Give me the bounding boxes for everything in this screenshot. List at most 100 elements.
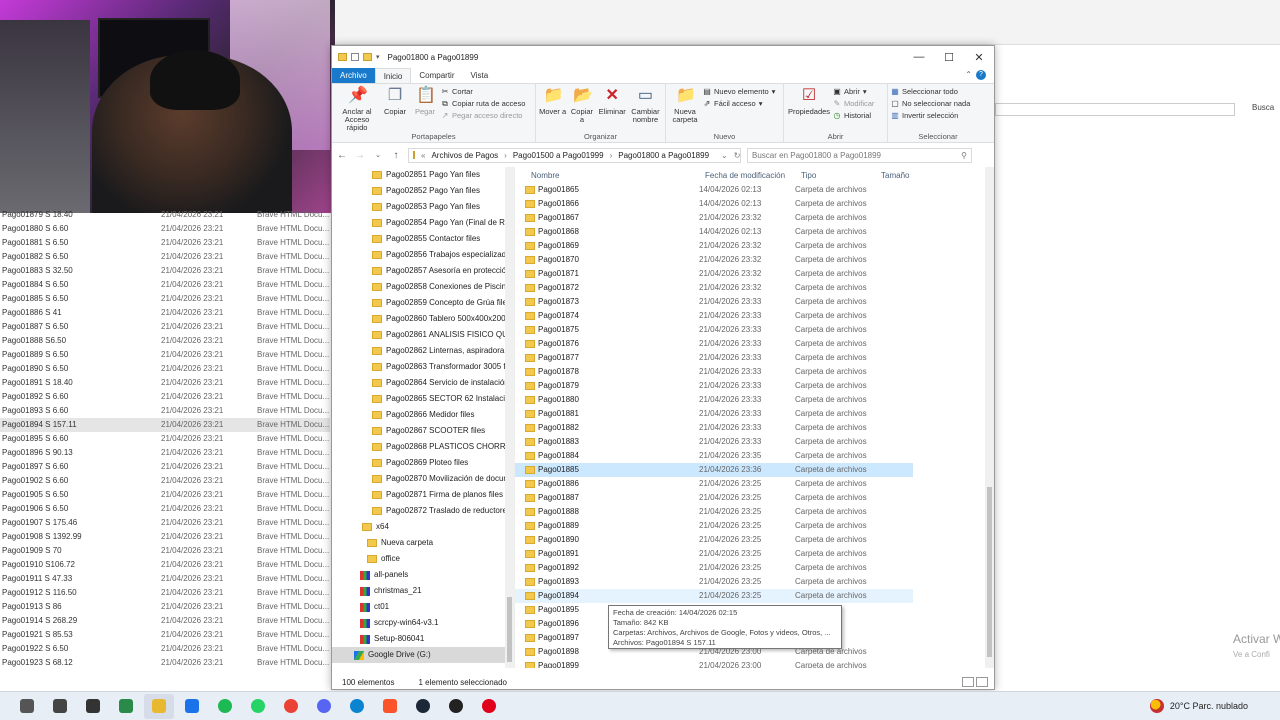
pin-quick-access-button[interactable]: 📌 Anclar al Acceso rápido: [335, 86, 379, 132]
taskbar-button[interactable]: [342, 694, 372, 719]
file-row[interactable]: Pago01899 21/04/2026 23:00 Carpeta de arch…: [515, 659, 994, 668]
taskbar-button[interactable]: [408, 694, 438, 719]
tree-item[interactable]: Pago02852 Pago Yan files: [332, 183, 514, 199]
tree-item[interactable]: scrcpy-win64-v3.1: [332, 615, 514, 631]
taskbar-button[interactable]: [309, 694, 339, 719]
easy-access-button[interactable]: ⇗ Fácil acceso ▾: [703, 99, 775, 108]
tree-item[interactable]: ct01: [332, 599, 514, 615]
tree-item[interactable]: all-panels: [332, 567, 514, 583]
scrollbar-thumb[interactable]: [507, 597, 512, 662]
background-file-row[interactable]: Pago01894 S 157.11 21/04/2026 23:21 Brave …: [0, 418, 330, 432]
tree-item[interactable]: Pago02854 Pago Yan (Final de ROI: [332, 215, 514, 231]
tree-item[interactable]: office: [332, 551, 514, 567]
copy-button[interactable]: ❐ Copiar: [381, 86, 409, 130]
weather-icon[interactable]: [1149, 699, 1164, 713]
taskbar-button[interactable]: [78, 694, 108, 719]
tree-item[interactable]: Pago02855 Contactor files: [332, 231, 514, 247]
background-file-row[interactable]: Pago01891 S 18.40 21/04/2026 23:21 Brave H…: [0, 376, 330, 390]
new-item-button[interactable]: ▤ Nuevo elemento ▾: [703, 87, 775, 96]
background-file-row[interactable]: Pago01885 S 6.50 21/04/2026 23:21 Brave HT…: [0, 292, 330, 306]
background-file-row[interactable]: Pago01896 S 90.13 21/04/2026 23:21 Brave H…: [0, 446, 330, 460]
background-file-row[interactable]: Pago01895 S 6.60 21/04/2026 23:21 Brave HT…: [0, 432, 330, 446]
taskbar-button[interactable]: [441, 694, 471, 719]
file-row[interactable]: Pago01888 21/04/2026 23:25 Carpeta de arch…: [515, 505, 994, 519]
back-arrow-icon[interactable]: ←: [336, 150, 348, 161]
tree-item[interactable]: Pago02871 Firma de planos files: [332, 487, 514, 503]
file-row[interactable]: Pago01894 21/04/2026 23:25 Carpeta de arch…: [515, 589, 913, 603]
file-row[interactable]: Pago01870 21/04/2026 23:32 Carpeta de arch…: [515, 253, 994, 267]
tab-vista[interactable]: Vista: [463, 68, 497, 83]
up-arrow-icon[interactable]: ↑: [390, 150, 402, 161]
copy-to-button[interactable]: 📂 Copiar a: [568, 86, 595, 130]
taskbar-button[interactable]: [276, 694, 306, 719]
tree-item[interactable]: Pago02872 Traslado de reductores: [332, 503, 514, 519]
taskbar-button[interactable]: [243, 694, 273, 719]
select-none-button[interactable]: ▢ No seleccionar nada: [891, 99, 970, 108]
file-row[interactable]: Pago01882 21/04/2026 23:33 Carpeta de arch…: [515, 421, 994, 435]
weather-text[interactable]: 20°C Parc. nublado: [1170, 701, 1248, 711]
background-file-row[interactable]: Pago01893 S 6.60 21/04/2026 23:21 Brave HT…: [0, 404, 330, 418]
background-file-row[interactable]: Pago01922 S 6.50 21/04/2026 23:21 Brave HT…: [0, 642, 330, 656]
minimize-button[interactable]: —: [904, 51, 934, 63]
large-icons-view-icon[interactable]: [976, 677, 988, 687]
new-folder-icon[interactable]: [363, 53, 372, 61]
tree-item[interactable]: Pago02863 Transformador 3005 fil: [332, 359, 514, 375]
background-file-row[interactable]: Pago01914 S 268.29 21/04/2026 23:21 Brave …: [0, 614, 330, 628]
file-row[interactable]: Pago01875 21/04/2026 23:33 Carpeta de arch…: [515, 323, 994, 337]
tree-item[interactable]: christmas_21: [332, 583, 514, 599]
file-row[interactable]: Pago01872 21/04/2026 23:32 Carpeta de arch…: [515, 281, 994, 295]
chevron-down-icon[interactable]: ⌄: [721, 151, 728, 160]
file-row[interactable]: Pago01887 21/04/2026 23:25 Carpeta de arch…: [515, 491, 994, 505]
file-row[interactable]: Pago01869 21/04/2026 23:32 Carpeta de arch…: [515, 239, 994, 253]
background-file-row[interactable]: Pago01907 S 175.46 21/04/2026 23:21 Brave …: [0, 516, 330, 530]
close-button[interactable]: ✕: [964, 51, 994, 64]
background-address-bar[interactable]: [995, 103, 1235, 116]
background-file-row[interactable]: Pago01881 S 6.50 21/04/2026 23:21 Brave HT…: [0, 236, 330, 250]
file-row[interactable]: Pago01871 21/04/2026 23:32 Carpeta de arch…: [515, 267, 994, 281]
background-file-row[interactable]: Pago01912 S 116.50 21/04/2026 23:21 Brave …: [0, 586, 330, 600]
address-bar[interactable]: « Archivos de Pagos › Pago01500 a Pago01…: [408, 147, 741, 163]
maximize-button[interactable]: ☐: [934, 51, 964, 64]
taskbar-button[interactable]: [210, 694, 240, 719]
edit-button[interactable]: ✎ Modificar: [833, 99, 875, 108]
tab-archivo[interactable]: Archivo: [332, 68, 375, 83]
invert-selection-button[interactable]: ▥ Invertir selección: [891, 111, 970, 120]
background-file-row[interactable]: Pago01888 S6.50 21/04/2026 23:21 Brave HTM…: [0, 334, 330, 348]
move-to-button[interactable]: 📁 Mover a: [539, 86, 566, 130]
taskbar-button[interactable]: [143, 693, 174, 719]
background-file-row[interactable]: Pago01923 S 68.12 21/04/2026 23:21 Brave H…: [0, 656, 330, 670]
paste-shortcut-button[interactable]: ↗ Pegar acceso directo: [441, 111, 525, 120]
column-size[interactable]: Tamaño: [881, 171, 941, 180]
tree-item[interactable]: Pago02859 Concepto de Grúa files: [332, 295, 514, 311]
search-input[interactable]: Buscar en Pago01800 a Pago01899 ⚲: [747, 147, 972, 163]
file-row[interactable]: Pago01868 14/04/2026 02:13 Carpeta de arch…: [515, 225, 994, 239]
file-row[interactable]: Pago01881 21/04/2026 23:33 Carpeta de arch…: [515, 407, 994, 421]
file-row[interactable]: Pago01883 21/04/2026 23:33 Carpeta de arch…: [515, 435, 994, 449]
tree-item[interactable]: Pago02870 Movilización de docum: [332, 471, 514, 487]
file-row[interactable]: Pago01889 21/04/2026 23:25 Carpeta de arch…: [515, 519, 994, 533]
file-row[interactable]: Pago01891 21/04/2026 23:25 Carpeta de arch…: [515, 547, 994, 561]
cut-button[interactable]: ✂ Cortar: [441, 87, 525, 96]
file-row[interactable]: Pago01865 14/04/2026 02:13 Carpeta de arch…: [515, 183, 994, 197]
file-row[interactable]: Pago01880 21/04/2026 23:33 Carpeta de arch…: [515, 393, 994, 407]
file-row[interactable]: Pago01879 21/04/2026 23:33 Carpeta de arch…: [515, 379, 994, 393]
column-name[interactable]: Nombre: [531, 171, 705, 180]
background-file-row[interactable]: Pago01911 S 47.33 21/04/2026 23:21 Brave H…: [0, 572, 330, 586]
new-folder-button[interactable]: 📁 Nueva carpeta: [669, 86, 701, 130]
background-file-row[interactable]: Pago01906 S 6.50 21/04/2026 23:21 Brave HT…: [0, 502, 330, 516]
background-file-row[interactable]: Pago01909 S 70 21/04/2026 23:21 Brave HTML…: [0, 544, 330, 558]
file-row[interactable]: Pago01873 21/04/2026 23:33 Carpeta de arch…: [515, 295, 994, 309]
open-button[interactable]: ▣ Abrir ▾: [833, 87, 874, 96]
file-row[interactable]: Pago01890 21/04/2026 23:25 Carpeta de arch…: [515, 533, 994, 547]
paste-button[interactable]: 📋 Pegar: [411, 86, 439, 130]
navigation-scrollbar[interactable]: [505, 167, 514, 668]
background-file-row[interactable]: Pago01897 S 6.60 21/04/2026 23:21 Brave HT…: [0, 460, 330, 474]
file-row[interactable]: Pago01892 21/04/2026 23:25 Carpeta de arch…: [515, 561, 994, 575]
tree-item[interactable]: Nueva carpeta: [332, 535, 514, 551]
tree-item[interactable]: Pago02869 Ploteo files: [332, 455, 514, 471]
tree-item[interactable]: Pago02864 Servicio de instalación: [332, 375, 514, 391]
background-file-row[interactable]: Pago01902 S 6.60 21/04/2026 23:21 Brave HT…: [0, 474, 330, 488]
properties-icon[interactable]: [351, 53, 359, 61]
file-row[interactable]: Pago01886 21/04/2026 23:25 Carpeta de arch…: [515, 477, 994, 491]
tree-item[interactable]: Pago02866 Medidor files: [332, 407, 514, 423]
